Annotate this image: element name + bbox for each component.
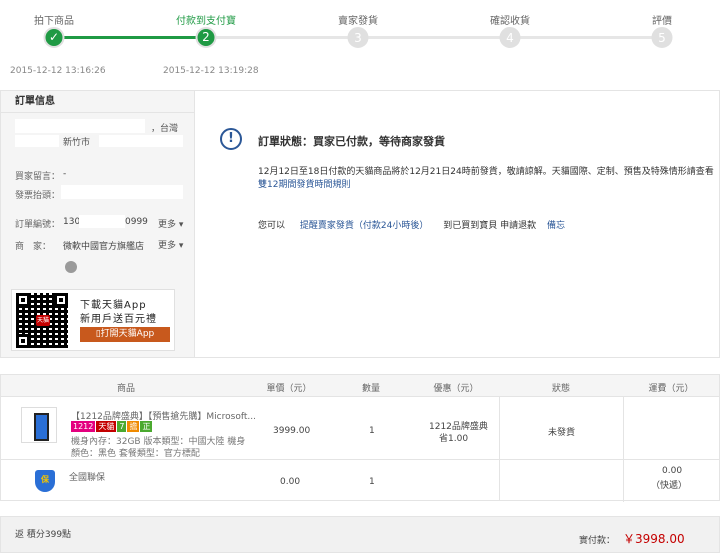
step-label-3: 賣家發貨 (338, 16, 378, 27)
paid-amount: ￥3998.00 (623, 532, 685, 546)
more-seller-label: 更多 (158, 241, 177, 251)
badge-7day: 7 (117, 421, 127, 432)
step-label-5: 評價 (652, 16, 672, 27)
unit-price: 3999.00 (273, 426, 311, 436)
step-dot-4: 4 (499, 27, 521, 48)
redacted-address (15, 119, 145, 133)
warranty-qty: 1 (369, 477, 375, 487)
product-spec-2: 顏色：黑色 套餐類型：官方標配 (71, 449, 200, 459)
app-subtitle: 新用戶送百元禮 (80, 314, 157, 325)
table-row: 【1212品牌盛典】【預售搶先購】Microsoft... 1212 天貓 7 擔正 … (1, 397, 719, 502)
more-order-dropdown[interactable]: 更多 ▾ (158, 217, 183, 230)
order-info-title: 訂單信息 (1, 91, 194, 113)
step-label-4: 確認收貨 (490, 16, 530, 27)
order-no-prefix: 130 (63, 217, 81, 227)
order-items-table: 商品 單價（元） 數量 優惠（元） 狀態 運費（元） 【1212品牌盛典】【預售… (0, 374, 720, 502)
message-label: 買家留言： (15, 172, 61, 182)
more-seller-dropdown[interactable]: 更多 ▾ (158, 238, 183, 251)
col-header-shipping: 運費（元） (648, 384, 694, 394)
qr-code-image: 天貓 (16, 293, 68, 348)
step-label-1: 拍下商品 (34, 16, 74, 27)
order-no-suffix: 0999 (125, 217, 148, 227)
app-title: 下載天貓App (80, 300, 147, 311)
order-status-panel: ! 訂單狀態：買家已付款，等待商家發貨 12月12日至18日付款的天貓商品將於1… (195, 90, 720, 358)
product-badges: 1212 天貓 7 擔正 (71, 421, 153, 432)
step-time-1: 2015-12-12 13:16:26 (10, 66, 106, 76)
more-order-label: 更多 (158, 220, 177, 230)
order-info-panel: 訂單信息 ，台灣 新竹市 買家留言： - 發票抬頭： 訂單編號： 130 099… (0, 90, 195, 358)
warranty-title[interactable]: 全國聯保 (69, 470, 105, 483)
progress-track-done (54, 36, 206, 39)
chevron-down-icon: ▾ (176, 241, 184, 251)
badge-genuine: 正 (140, 421, 153, 432)
order-progress: 拍下商品 付款到支付寶 賣家發貨 確認收貨 評價 ✓ 2 3 4 5 2015-… (0, 0, 720, 80)
order-actions: 您可以 提醒賣家發貨（付款24小時後） 到已買到寶貝 申請退款 備忘 (258, 218, 565, 231)
col-header-product: 商品 (116, 384, 136, 394)
product-thumbnail[interactable] (21, 407, 57, 443)
alert-icon: ! (220, 128, 242, 150)
redacted-order-no (79, 215, 125, 228)
warranty-price: 0.00 (280, 477, 301, 487)
qr-badge: 天貓 (36, 315, 50, 326)
actions-prefix: 您可以 (258, 221, 286, 231)
table-row: 保 全國聯保 0.00 1 (1, 460, 719, 500)
shipping-notice-text: 12月12日至18日付款的天貓商品將於12月21日24時前發貨，敬請諒解。天貓國… (258, 167, 714, 177)
address-region: ，台灣 (151, 124, 179, 134)
app-download-box: 天貓 下載天貓App 新用戶送百元禮 ▯打開天貓App (11, 289, 175, 351)
badge-guarantee: 擔 (127, 421, 140, 432)
order-status-title: 訂單狀態：買家已付款，等待商家發貨 (258, 135, 445, 148)
open-app-button[interactable]: ▯打開天貓App (80, 327, 170, 342)
order-footer: 返 積分399點 實付款： ￥3998.00 (0, 516, 720, 553)
invoice-label: 發票抬頭： (15, 191, 61, 201)
step-dot-5: 5 (651, 27, 673, 48)
redacted-address-3 (99, 135, 183, 147)
item-status: 未發貨 (548, 428, 576, 438)
badge-1212: 1212 (71, 421, 96, 432)
progress-track-pending (206, 36, 662, 39)
step-dot-2: 2 (195, 27, 217, 48)
paid-label: 實付款： (579, 536, 616, 546)
col-header-status: 狀態 (551, 384, 571, 394)
seller-label: 商 家： (15, 242, 52, 252)
order-no-label: 訂單編號： (15, 220, 61, 230)
address-city: 新竹市 (63, 138, 91, 148)
col-header-discount: 優惠（元） (433, 384, 479, 394)
open-app-label: 打開天貓App (100, 329, 155, 339)
weibo-icon[interactable] (65, 261, 77, 273)
discount-amount: 省1.00 (439, 434, 469, 444)
memo-link[interactable]: 備忘 (547, 221, 565, 231)
step-check-icon: ✓ (43, 27, 65, 48)
shipping-notice: 12月12日至18日付款的天貓商品將於12月21日24時前發貨，敬請諒解。天貓國… (258, 166, 718, 192)
points-earned: 返 積分399點 (15, 530, 72, 540)
shipping-rule-link[interactable]: 雙12期間發貨時間規則 (258, 180, 350, 190)
badge-tmall: 天貓 (96, 421, 117, 432)
step-dot-3: 3 (347, 27, 369, 48)
remind-seller-link[interactable]: 提醒賣家發貨（付款24小時後） (300, 221, 428, 231)
refund-text[interactable]: 到已買到寶貝 申請退款 (443, 221, 536, 231)
col-header-qty: 數量 (361, 384, 381, 394)
col-header-price: 單價（元） (266, 384, 312, 394)
step-time-2: 2015-12-12 13:19:28 (163, 66, 259, 76)
chevron-down-icon: ▾ (176, 220, 184, 230)
quantity: 1 (369, 426, 375, 436)
step-label-2: 付款到支付寶 (176, 16, 236, 27)
warranty-shield-icon: 保 (35, 470, 55, 492)
redacted-address-2 (15, 135, 59, 147)
message-value: - (63, 169, 67, 179)
redacted-invoice (61, 185, 183, 199)
seller-name[interactable]: 微軟中國官方旗艦店 (63, 239, 144, 252)
table-header: 商品 單價（元） 數量 優惠（元） 狀態 運費（元） (1, 375, 719, 397)
